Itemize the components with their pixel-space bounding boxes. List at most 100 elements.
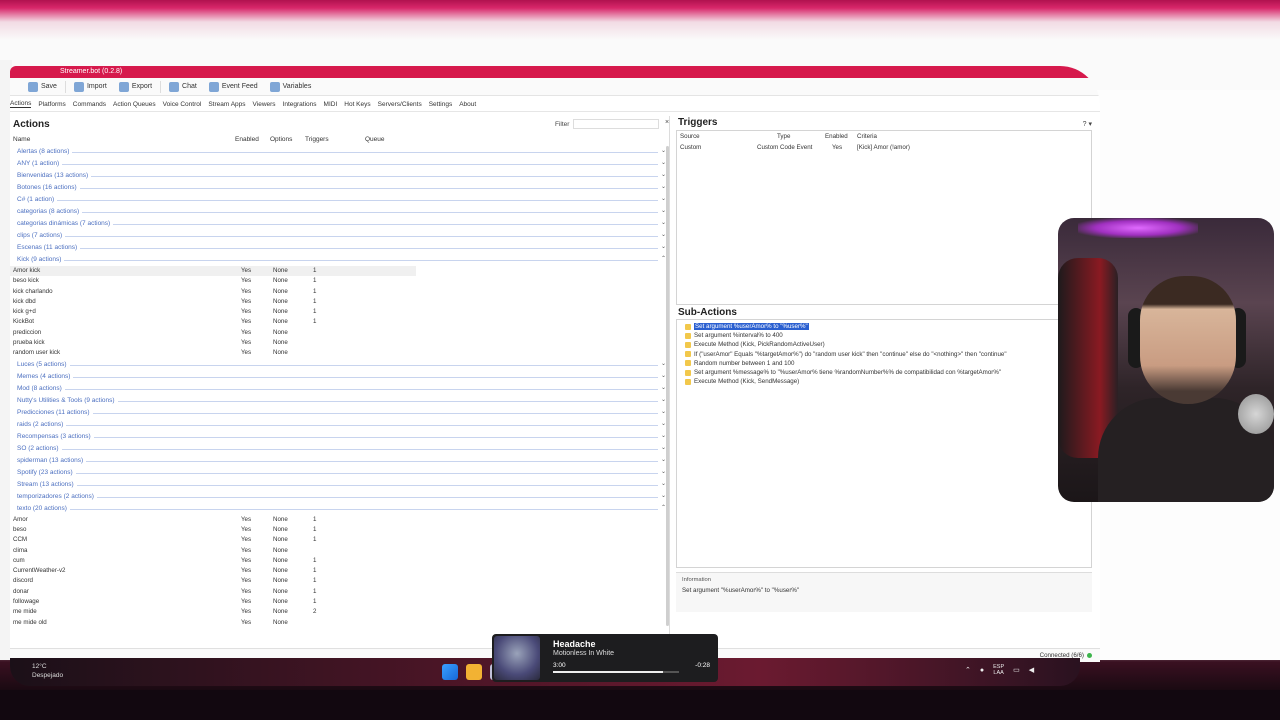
tab-hot-keys[interactable]: Hot Keys bbox=[344, 101, 370, 108]
action-row[interactable]: CurrentWeather-v2 Yes None 1 bbox=[10, 566, 666, 576]
tab-about[interactable]: About bbox=[459, 101, 476, 108]
tab-stream-apps[interactable]: Stream Apps bbox=[208, 101, 245, 108]
action-group[interactable]: Kick (9 actions) ⌃ bbox=[10, 254, 666, 266]
subaction-row[interactable]: Execute Method (Kick, SendMessage) bbox=[685, 378, 799, 385]
col-queue[interactable]: Queue bbox=[365, 136, 385, 143]
tab-midi[interactable]: MIDI bbox=[324, 101, 338, 108]
trig-col-type[interactable]: Type bbox=[777, 133, 790, 140]
action-group[interactable]: Spotify (23 actions) ⌄ bbox=[10, 467, 666, 479]
event-feed-button[interactable]: Event Feed bbox=[205, 80, 262, 94]
subaction-row[interactable]: Set argument %userAmor% to "%user%" bbox=[685, 323, 809, 330]
action-group[interactable]: clips (7 actions) ⌄ bbox=[10, 230, 666, 242]
action-group[interactable]: categorias (8 actions) ⌄ bbox=[10, 206, 666, 218]
action-group[interactable]: Escenas (11 actions) ⌄ bbox=[10, 242, 666, 254]
subaction-row[interactable]: Random number between 1 and 100 bbox=[685, 360, 794, 367]
filter-input[interactable] bbox=[573, 119, 659, 129]
action-group[interactable]: Bienvenidas (13 actions) ⌄ bbox=[10, 170, 666, 182]
checkbox-icon[interactable] bbox=[685, 369, 691, 376]
action-group[interactable]: Nutty's Utilities & Tools (9 actions) ⌄ bbox=[10, 395, 666, 407]
action-group[interactable]: Stream (13 actions) ⌄ bbox=[10, 479, 666, 491]
checkbox-icon[interactable] bbox=[685, 360, 691, 367]
action-row[interactable]: followage Yes None 1 bbox=[10, 597, 666, 607]
chat-button[interactable]: Chat bbox=[165, 80, 201, 94]
action-row[interactable]: kick dbd Yes None 1 bbox=[10, 297, 666, 307]
action-group[interactable]: Memes (4 actions) ⌄ bbox=[10, 371, 666, 383]
action-row[interactable]: KickBot Yes None 1 bbox=[10, 317, 666, 327]
action-row[interactable]: clima Yes None bbox=[10, 546, 666, 556]
clear-filter-icon[interactable]: × bbox=[665, 119, 669, 126]
checkbox-icon[interactable] bbox=[685, 351, 691, 358]
action-group[interactable]: spiderman (13 actions) ⌄ bbox=[10, 455, 666, 467]
action-group[interactable]: Luces (5 actions) ⌄ bbox=[10, 359, 666, 371]
action-row[interactable]: me mide old Yes None bbox=[10, 618, 666, 628]
export-button[interactable]: Export bbox=[115, 80, 156, 94]
subaction-row[interactable]: Set argument %interval% to 400 bbox=[685, 332, 783, 339]
tab-viewers[interactable]: Viewers bbox=[253, 101, 276, 108]
actions-scrollbar[interactable] bbox=[666, 146, 669, 626]
microphone-tray-icon[interactable]: ● bbox=[980, 667, 984, 674]
action-group[interactable]: SO (2 actions) ⌄ bbox=[10, 443, 666, 455]
action-group[interactable]: Mod (8 actions) ⌄ bbox=[10, 383, 666, 395]
tab-integrations[interactable]: Integrations bbox=[283, 101, 317, 108]
variables-button[interactable]: Variables bbox=[266, 80, 316, 94]
tab-settings[interactable]: Settings bbox=[429, 101, 453, 108]
speaker-icon[interactable]: ◀ bbox=[1029, 666, 1034, 674]
action-group[interactable]: Alertas (8 actions) ⌄ bbox=[10, 146, 666, 158]
action-group[interactable]: Recompensas (3 actions) ⌄ bbox=[10, 431, 666, 443]
tab-commands[interactable]: Commands bbox=[73, 101, 106, 108]
tab-servers-clients[interactable]: Servers/Clients bbox=[378, 101, 422, 108]
file-explorer-icon[interactable] bbox=[466, 664, 482, 680]
action-row[interactable]: random user kick Yes None bbox=[10, 348, 666, 358]
action-row[interactable]: donar Yes None 1 bbox=[10, 587, 666, 597]
trig-col-enabled[interactable]: Enabled bbox=[825, 133, 848, 140]
action-row[interactable]: CCM Yes None 1 bbox=[10, 535, 666, 545]
action-group[interactable]: Botones (16 actions) ⌄ bbox=[10, 182, 666, 194]
action-row[interactable]: beso kick Yes None 1 bbox=[10, 276, 666, 286]
action-row[interactable]: kick charlando Yes None 1 bbox=[10, 287, 666, 297]
action-row[interactable]: prueba kick Yes None bbox=[10, 338, 666, 348]
tab-actions[interactable]: Actions bbox=[10, 100, 32, 108]
subaction-row[interactable]: If ("userAmor" Equals "%targetAmor%") do… bbox=[685, 351, 1007, 358]
trig-col-source[interactable]: Source bbox=[680, 133, 700, 140]
chevron-up-icon[interactable]: ⌃ bbox=[965, 666, 971, 674]
action-row[interactable]: Amor Yes None 1 bbox=[10, 515, 666, 525]
col-name[interactable]: Name bbox=[13, 136, 30, 143]
windows-start-icon[interactable] bbox=[442, 664, 458, 680]
action-group[interactable]: C# (1 action) ⌄ bbox=[10, 194, 666, 206]
action-group[interactable]: raids (2 actions) ⌄ bbox=[10, 419, 666, 431]
action-row[interactable]: prediccion Yes None bbox=[10, 328, 666, 338]
weather-widget[interactable]: 12°C Despejado bbox=[32, 662, 63, 680]
checkbox-icon[interactable] bbox=[685, 323, 691, 330]
action-group[interactable]: categorias dinámicas (7 actions) ⌄ bbox=[10, 218, 666, 230]
action-group[interactable]: texto (20 actions) ⌃ bbox=[10, 503, 666, 515]
tab-voice-control[interactable]: Voice Control bbox=[163, 101, 202, 108]
monitor-icon[interactable]: ▭ bbox=[1013, 666, 1020, 674]
checkbox-icon[interactable] bbox=[685, 378, 691, 385]
action-group-label: Bienvenidas (13 actions) bbox=[17, 172, 92, 179]
save-button[interactable]: Save bbox=[24, 80, 61, 94]
action-row[interactable]: discord Yes None 1 bbox=[10, 576, 666, 586]
trig-col-criteria[interactable]: Criteria bbox=[857, 133, 877, 140]
language-indicator[interactable]: ESP LAA bbox=[993, 664, 1004, 676]
subaction-row[interactable]: Set argument %message% to "%userAmor% ti… bbox=[685, 369, 1001, 376]
import-button[interactable]: Import bbox=[70, 80, 111, 94]
tab-action-queues[interactable]: Action Queues bbox=[113, 101, 156, 108]
checkbox-icon[interactable] bbox=[685, 341, 691, 348]
action-row[interactable]: cum Yes None 1 bbox=[10, 556, 666, 566]
tab-platforms[interactable]: Platforms bbox=[38, 101, 65, 108]
action-group[interactable]: temporizadores (2 actions) ⌄ bbox=[10, 491, 666, 503]
action-row[interactable]: me mide Yes None 2 bbox=[10, 607, 666, 617]
now-playing-widget[interactable]: Headache Motionless In White 3:00 -0:28 bbox=[492, 634, 718, 682]
col-options[interactable]: Options bbox=[270, 136, 292, 143]
progress-bar[interactable] bbox=[553, 671, 679, 673]
checkbox-icon[interactable] bbox=[685, 332, 691, 339]
action-row[interactable]: Amor kick Yes None 1 bbox=[10, 266, 416, 277]
subaction-row[interactable]: Execute Method (Kick, PickRandomActiveUs… bbox=[685, 341, 825, 348]
col-enabled[interactable]: Enabled bbox=[235, 136, 259, 143]
action-group[interactable]: Predicciones (11 actions) ⌄ bbox=[10, 407, 666, 419]
col-triggers[interactable]: Triggers bbox=[305, 136, 329, 143]
action-group[interactable]: ANY (1 action) ⌄ bbox=[10, 158, 666, 170]
action-row[interactable]: kick g+d Yes None 1 bbox=[10, 307, 666, 317]
action-row[interactable]: beso Yes None 1 bbox=[10, 525, 666, 535]
help-icon[interactable]: ? ▾ bbox=[1083, 120, 1092, 128]
